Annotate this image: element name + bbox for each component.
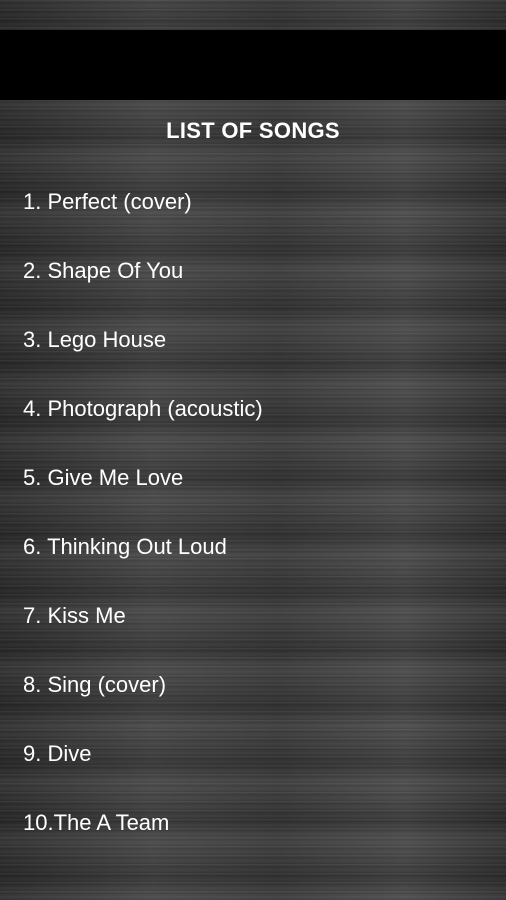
song-list: 1. Perfect (cover) 2. Shape Of You 3. Le… [23, 186, 263, 876]
song-item-3[interactable]: 3. Lego House [23, 324, 263, 393]
song-item-5[interactable]: 5. Give Me Love [23, 462, 263, 531]
song-item-6[interactable]: 6. Thinking Out Loud [23, 531, 263, 600]
song-item-8[interactable]: 8. Sing (cover) [23, 669, 263, 738]
song-item-4[interactable]: 4. Photograph (acoustic) [23, 393, 263, 462]
banner-area [0, 30, 506, 100]
song-item-7[interactable]: 7. Kiss Me [23, 600, 263, 669]
song-item-10[interactable]: 10.The A Team [23, 807, 263, 876]
song-item-9[interactable]: 9. Dive [23, 738, 263, 807]
song-item-1[interactable]: 1. Perfect (cover) [23, 186, 263, 255]
page-title: LIST OF SONGS [166, 118, 340, 143]
app-screen: LIST OF SONGS 1. Perfect (cover) 2. Shap… [0, 0, 506, 900]
song-item-2[interactable]: 2. Shape Of You [23, 255, 263, 324]
status-bar [0, 0, 506, 30]
